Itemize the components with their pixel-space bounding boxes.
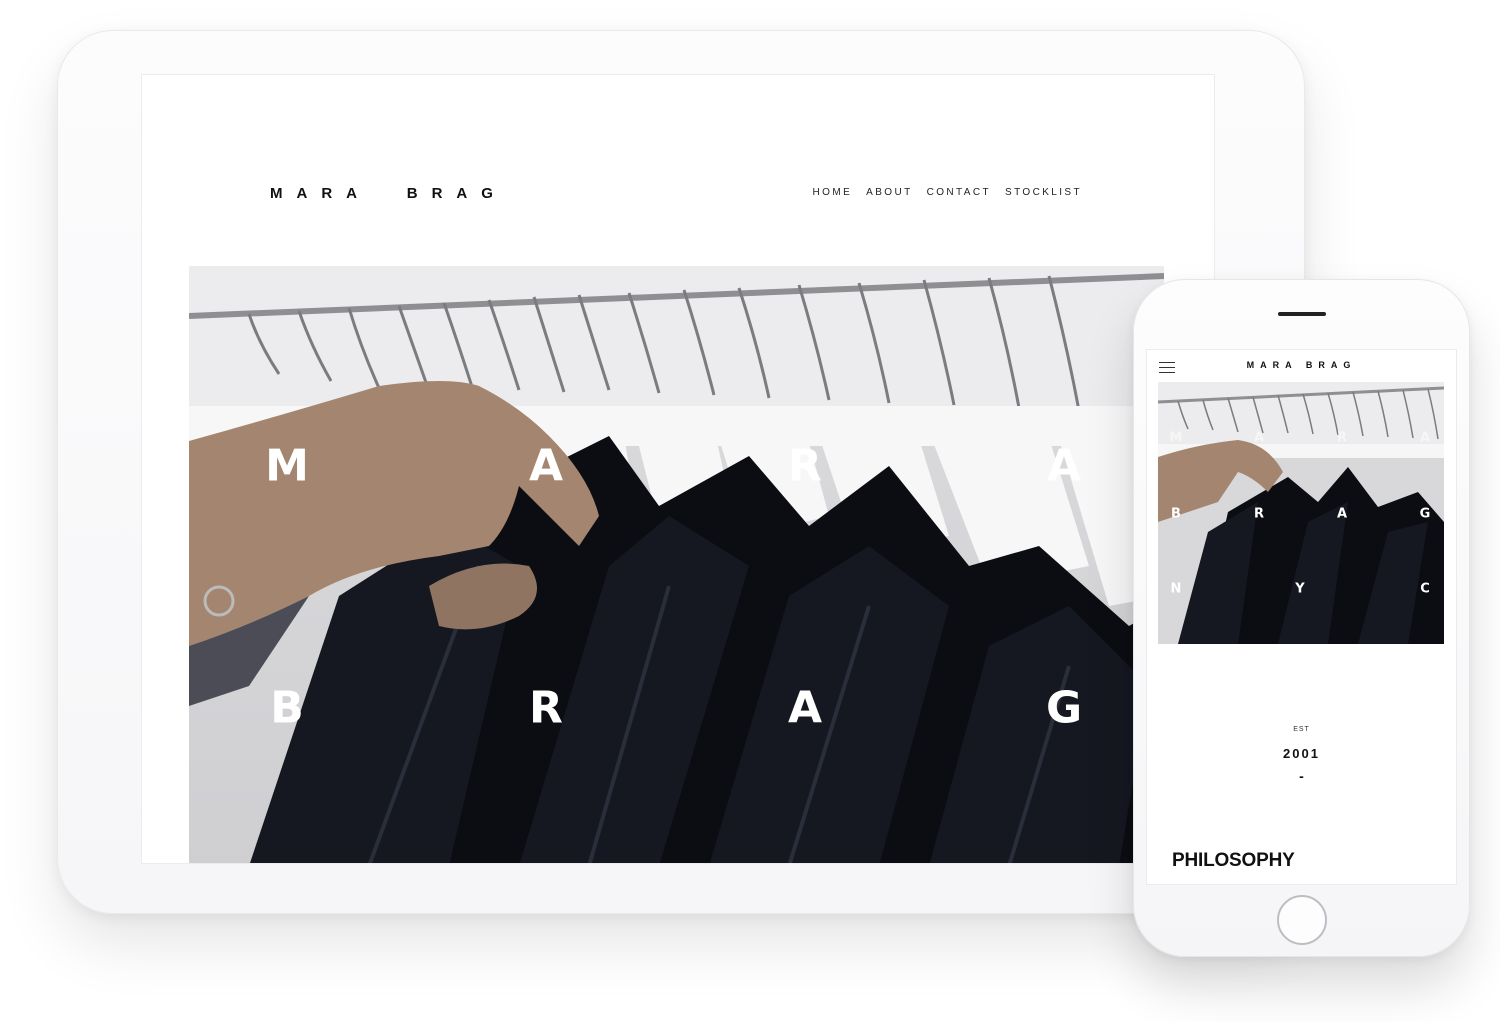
mobile-hero-letter-11: C — [1420, 581, 1430, 597]
hero-letter-5: B — [270, 682, 304, 734]
mobile-hero-letter-10: Y — [1295, 581, 1305, 597]
est-year: 2001 — [1283, 746, 1320, 761]
hero-letter-4: A — [1046, 440, 1082, 492]
nav-home[interactable]: HOME — [813, 187, 853, 198]
mobile-hero-letter-4: A — [1419, 430, 1431, 446]
mobile-hero-letter-7: A — [1336, 506, 1348, 522]
mobile-hero-letter-3: R — [1336, 430, 1348, 446]
hero-letter-6: R — [529, 682, 563, 734]
site-logo[interactable]: MARA BRAG — [270, 185, 507, 202]
mobile-hero-letter-1: M — [1169, 430, 1183, 446]
main-nav: HOME ABOUT CONTACT STOCKLIST — [813, 187, 1082, 198]
hero-letter-3: R — [788, 440, 822, 492]
mobile-hero-letter-8: G — [1419, 506, 1431, 522]
hero-letter-1: M — [265, 440, 309, 492]
mobile-hero-photo — [1158, 382, 1444, 644]
hero-letter-7: A — [787, 682, 823, 734]
hero-image: M A R A B R A G — [189, 266, 1164, 863]
mobile-site-logo[interactable]: MARA BRAG — [1147, 360, 1456, 370]
mobile-hero-image: M A R A B R A G N Y C — [1158, 382, 1444, 644]
mobile-hero-letter-2: A — [1253, 430, 1265, 446]
mobile-hero-letter-9: N — [1170, 581, 1182, 597]
hero-letter-2: A — [528, 440, 564, 492]
philosophy-heading: PHILOSOPHY — [1172, 850, 1295, 871]
phone-device: MARA BRAG M A R A B R A G N Y C EST 2001… — [1133, 279, 1470, 957]
nav-about[interactable]: ABOUT — [866, 187, 912, 198]
hero-photo-clothing-rack — [189, 266, 1164, 863]
divider-dash: - — [1299, 768, 1304, 784]
phone-screen: MARA BRAG M A R A B R A G N Y C EST 2001… — [1146, 349, 1457, 885]
nav-contact[interactable]: CONTACT — [927, 187, 991, 198]
home-button[interactable] — [1277, 895, 1327, 945]
tablet-device: MARA BRAG HOME ABOUT CONTACT STOCKLIST M… — [57, 30, 1305, 914]
hero-letter-8: G — [1045, 682, 1083, 734]
mobile-hero-letter-5: B — [1171, 506, 1181, 522]
nav-stocklist[interactable]: STOCKLIST — [1005, 187, 1082, 198]
tablet-screen: MARA BRAG HOME ABOUT CONTACT STOCKLIST M… — [141, 74, 1215, 864]
est-label: EST — [1293, 726, 1310, 733]
mobile-hero-letter-6: R — [1253, 506, 1265, 522]
phone-speaker — [1278, 312, 1326, 316]
